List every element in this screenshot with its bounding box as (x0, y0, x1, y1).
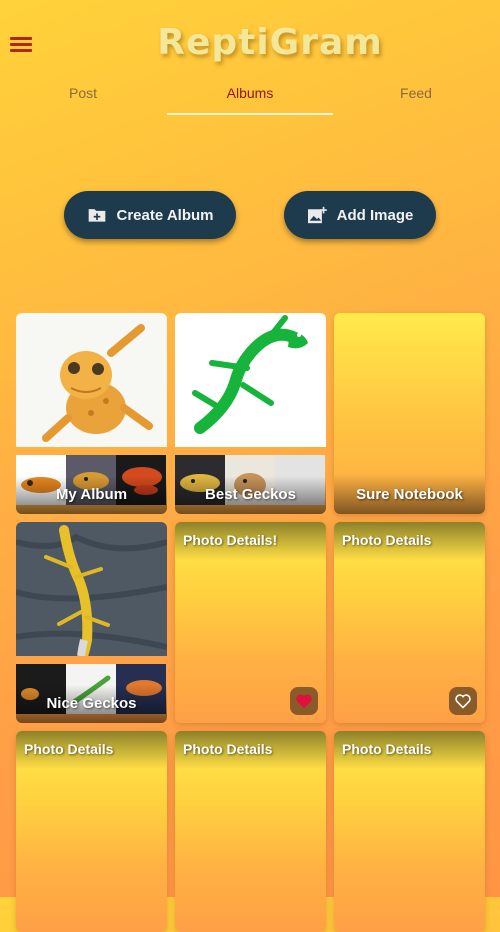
gecko-photo (16, 313, 167, 447)
album-card-nice-geckos[interactable]: Nice Geckos (16, 522, 167, 723)
create-album-button[interactable]: Create Album (64, 191, 236, 239)
photo-card[interactable]: Photo Details (334, 522, 485, 723)
album-card-best-geckos[interactable]: Best Geckos (175, 313, 326, 514)
add-photo-icon (307, 206, 327, 224)
tab-albums[interactable]: Albums (167, 80, 333, 114)
tab-bar: Post Albums Feed (0, 80, 500, 116)
add-image-label: Add Image (336, 206, 414, 224)
gecko-photo (16, 522, 167, 656)
album-title: My Album (55, 486, 128, 503)
photo-card[interactable]: Photo Details (16, 731, 167, 932)
album-title: Nice Geckos (46, 695, 137, 712)
gecko-illustration (175, 313, 326, 447)
favorite-button[interactable] (290, 687, 318, 715)
album-title: Sure Notebook (356, 486, 463, 503)
photo-title: Photo Details (342, 741, 432, 757)
photo-card[interactable]: Photo Details (334, 731, 485, 932)
app-bar: ReptiGram (0, 0, 500, 88)
album-card-my-album[interactable]: My Album (16, 313, 167, 514)
favorite-button[interactable] (449, 687, 477, 715)
photo-card[interactable]: Photo Details (175, 731, 326, 932)
photo-title: Photo Details (342, 532, 432, 548)
tab-post[interactable]: Post (0, 80, 166, 114)
add-image-button[interactable]: Add Image (284, 191, 436, 239)
tab-indicator (167, 113, 333, 115)
create-album-label: Create Album (116, 206, 214, 224)
photo-card[interactable]: Photo Details! (175, 522, 326, 723)
app-title: ReptiGram (157, 22, 383, 63)
heart-filled-icon (296, 694, 312, 709)
photo-title: Photo Details! (183, 532, 278, 548)
heart-outline-icon (455, 694, 471, 709)
photo-title: Photo Details (183, 741, 273, 757)
album-card-sure-notebook[interactable]: Sure Notebook (334, 313, 485, 514)
album-title: Best Geckos (205, 486, 296, 503)
folder-plus-icon (88, 209, 105, 222)
photo-title: Photo Details (24, 741, 114, 757)
tab-feed[interactable]: Feed (333, 80, 499, 114)
